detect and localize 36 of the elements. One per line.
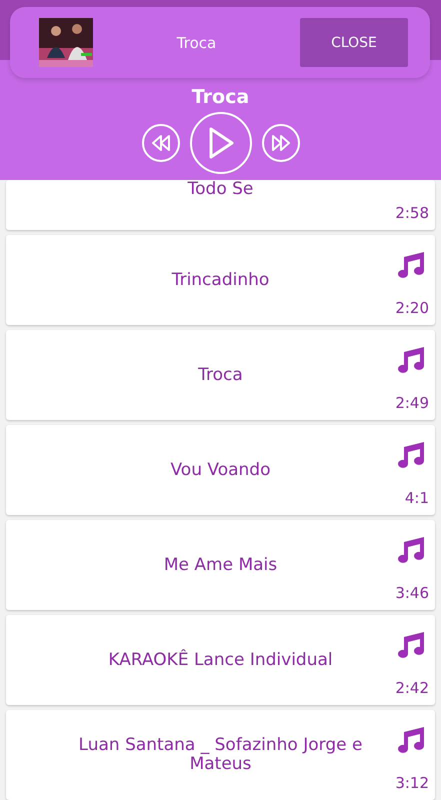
play-button[interactable] — [190, 112, 252, 174]
music-note-icon — [396, 726, 426, 754]
song-title: Todo Se — [188, 180, 254, 199]
song-card[interactable]: KARAOKÊ Lance Individual 2:42 — [6, 615, 435, 705]
song-card[interactable]: Todo Se 2:58 — [6, 180, 435, 230]
music-note-icon — [396, 536, 426, 564]
play-icon — [206, 126, 234, 160]
song-title: Luan Santana _ Sofazinho Jorge e Mateus — [78, 736, 364, 774]
song-duration: 2:58 — [395, 204, 429, 222]
fast-forward-button[interactable] — [262, 124, 300, 162]
rewind-icon — [150, 135, 170, 151]
song-duration: 2:42 — [395, 679, 429, 697]
rewind-button[interactable] — [142, 124, 180, 162]
song-title: Trincadinho — [172, 270, 270, 290]
music-note-icon — [396, 251, 426, 279]
song-duration: 2:20 — [395, 299, 429, 317]
song-title: Vou Voando — [170, 460, 270, 480]
music-note-icon — [396, 441, 426, 469]
song-card[interactable]: Trincadinho 2:20 — [6, 235, 435, 325]
song-card[interactable]: Me Ame Mais 3:46 — [6, 520, 435, 610]
music-note-icon — [396, 631, 426, 659]
song-duration: 3:46 — [395, 584, 429, 602]
song-duration: 4:1 — [404, 489, 429, 507]
song-card[interactable]: Vou Voando 4:1 — [6, 425, 435, 515]
song-duration: 2:49 — [395, 394, 429, 412]
song-card[interactable]: Troca 2:49 — [6, 330, 435, 420]
song-title: Troca — [198, 366, 243, 384]
notification-title: Troca — [176, 34, 218, 52]
song-title: KARAOKÊ Lance Individual — [108, 650, 333, 670]
music-note-icon — [396, 346, 426, 374]
fast-forward-icon — [270, 135, 290, 151]
song-card[interactable]: Luan Santana _ Sofazinho Jorge e Mateus 3:12 — [6, 710, 435, 800]
song-duration: 3:12 — [395, 774, 429, 792]
song-title: Me Ame Mais — [164, 556, 278, 574]
player-title: Troca — [192, 86, 250, 108]
close-button[interactable]: CLOSE — [300, 18, 408, 67]
